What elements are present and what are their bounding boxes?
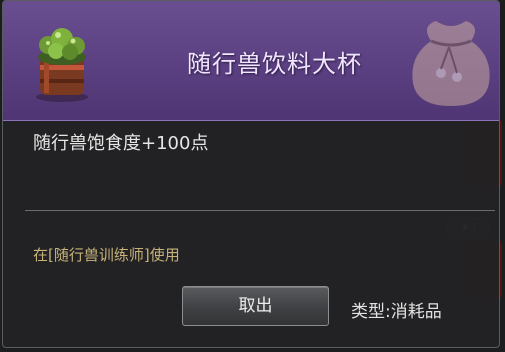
- item-tooltip: 随行兽饮料大杯 随行兽饱食度+100点 在[随行兽训练师]使用 取出 类型:消耗…: [2, 0, 500, 348]
- pouch-icon: [412, 21, 490, 106]
- drink-cup-icon: [36, 28, 88, 102]
- item-title: 随行兽饮料大杯: [187, 50, 362, 78]
- usage-location: 在[随行兽训练师]使用: [33, 246, 180, 264]
- take-out-button[interactable]: 取出: [182, 286, 329, 326]
- item-type: 类型:消耗品: [351, 302, 442, 322]
- divider: [25, 210, 495, 211]
- tooltip-header: 随行兽饮料大杯: [3, 1, 499, 121]
- item-description: 随行兽饱食度+100点: [33, 133, 209, 154]
